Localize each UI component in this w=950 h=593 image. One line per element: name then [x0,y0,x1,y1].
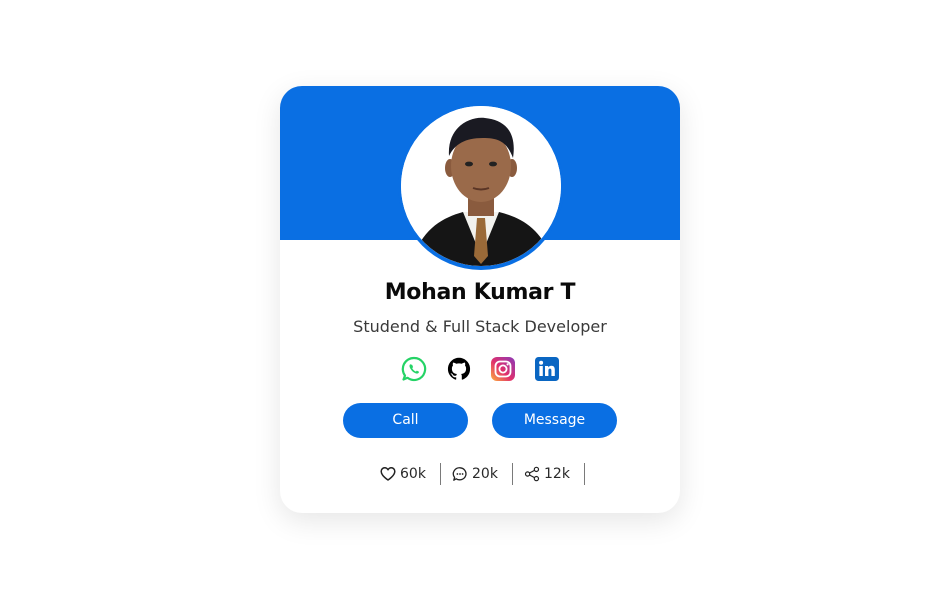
share-icon [524,466,540,482]
shares-count: 12k [544,466,570,482]
avatar-photo [401,106,561,266]
github-icon [447,357,471,380]
stats-divider [584,463,585,485]
page: Mohan Kumar T Studend & Full Stack Devel… [0,0,950,593]
heart-icon [380,467,396,481]
social-links [401,356,561,382]
comment-icon [452,467,467,481]
whatsapp-icon [401,356,427,382]
instagram-icon [491,357,515,381]
message-button[interactable]: Message [492,403,617,438]
likes-stat[interactable]: 60k [380,463,432,485]
instagram-link[interactable] [490,356,516,382]
comments-count: 20k [472,466,498,482]
profile-name: Mohan Kumar T [384,280,576,305]
stats-divider [440,463,441,485]
call-button[interactable]: Call [343,403,468,438]
profile-role: Studend & Full Stack Developer [353,317,607,336]
comments-stat[interactable]: 20k [452,463,504,485]
shares-stat[interactable]: 12k [524,463,574,485]
whatsapp-link[interactable] [401,356,427,382]
profile-card: Mohan Kumar T Studend & Full Stack Devel… [280,86,680,513]
likes-count: 60k [400,466,426,482]
stats-bar: 60k 20k 12k [280,463,680,485]
github-link[interactable] [446,356,472,382]
linkedin-icon [535,357,559,381]
linkedin-link[interactable] [534,356,560,382]
stats-divider [512,463,513,485]
avatar [401,106,561,266]
